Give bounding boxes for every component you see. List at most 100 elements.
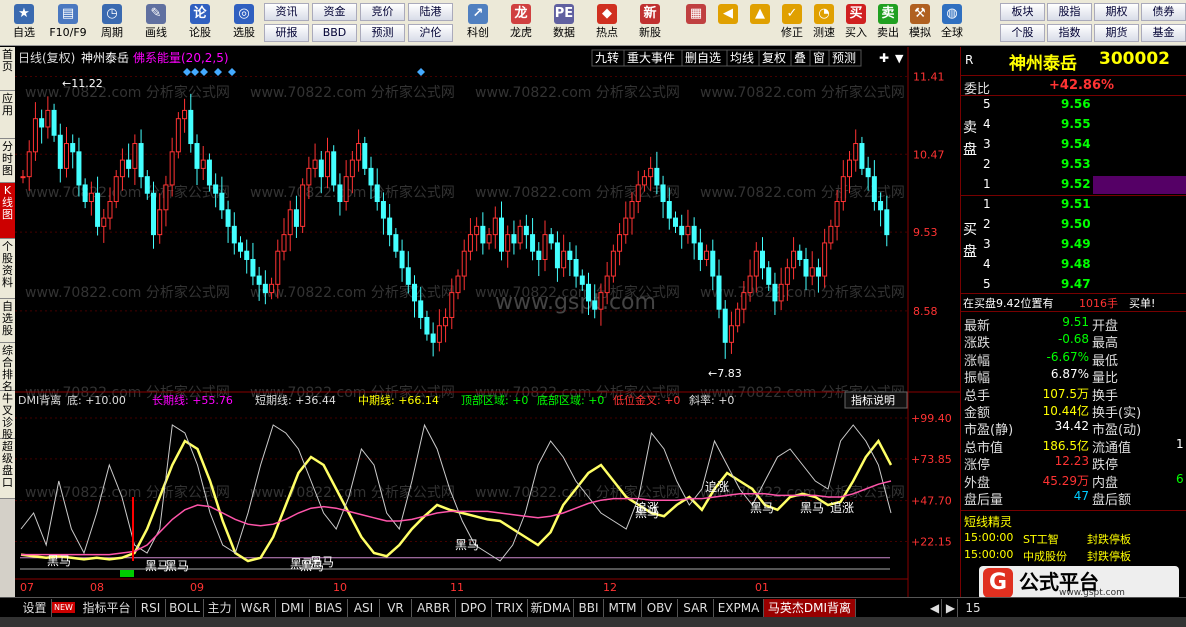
- indicator-tab-14[interactable]: BBI: [574, 599, 604, 617]
- indicator-tab-12[interactable]: TRIX: [492, 599, 528, 617]
- indicator-tab-9[interactable]: VR: [380, 599, 412, 617]
- kchart-stock: 神州泰岳: [81, 51, 129, 65]
- candle-body: [480, 225, 486, 244]
- indicator-tab-1[interactable]: 指标平台: [78, 599, 136, 617]
- grid2-btn-top-2[interactable]: 期权: [1094, 3, 1139, 21]
- dmi-header-item: 底: +10.00: [67, 393, 126, 407]
- candle-body: [219, 192, 225, 211]
- repeat-watermark: www.70822.com 分析家公式网: [25, 184, 230, 201]
- grid-btn-top-0[interactable]: 资讯: [264, 3, 309, 21]
- sell-price[interactable]: 9.54: [1061, 137, 1091, 151]
- tb2-button-chart-icon[interactable]: ↗ 科创: [456, 2, 500, 44]
- sell-price[interactable]: 9.53: [1061, 157, 1091, 171]
- buy-price[interactable]: 9.48: [1061, 257, 1091, 271]
- side-tab-1[interactable]: 应用: [0, 91, 15, 139]
- candle-body: [163, 184, 169, 211]
- candle-body: [51, 109, 57, 136]
- indicator-tab-4[interactable]: 主力: [204, 599, 236, 617]
- indicator-tab-10[interactable]: ARBR: [412, 599, 456, 617]
- side-tab-8[interactable]: 超级盘口: [0, 439, 15, 499]
- tb2-button-dragon-icon[interactable]: 龙龙虎: [499, 2, 543, 44]
- stat-value: 186.5亿: [1042, 438, 1089, 453]
- tb1-button-pencil-icon[interactable]: ✎ 画线: [134, 2, 178, 44]
- indicator-tab-15[interactable]: MTM: [604, 599, 642, 617]
- indicator-tab-8[interactable]: ASI: [348, 599, 380, 617]
- side-tab-0[interactable]: 首页: [0, 47, 15, 91]
- candle-body: [523, 225, 529, 236]
- buy-price[interactable]: 9.50: [1061, 217, 1091, 231]
- indicator-tab-17[interactable]: SAR: [678, 599, 714, 617]
- side-tab-6[interactable]: 综合排名: [0, 343, 15, 393]
- stat-label: 涨跌: [964, 336, 991, 352]
- grid2-btn-bottom-0[interactable]: 个股: [1000, 24, 1045, 42]
- chart-area[interactable]: 日线(复权) 神州泰岳 佛系能量(20,2,5) 九转 重大事件 删自选 均线 复权叠窗预测 ✚…: [15, 47, 960, 597]
- candle-body: [57, 134, 63, 169]
- chart-canvas[interactable]: 日线(复权) 神州泰岳 佛系能量(20,2,5) 九转 重大事件 删自选 均线 复权叠窗预测 ✚…: [15, 47, 960, 597]
- grid-btn-bottom-0[interactable]: 研报: [264, 24, 309, 42]
- buy-price[interactable]: 9.47: [1061, 277, 1091, 291]
- tb1-button-clock-icon[interactable]: ◷ 周期: [90, 2, 134, 44]
- sell-price[interactable]: 9.56: [1061, 97, 1091, 111]
- tb1-button-document-icon[interactable]: ▤ F10/F9: [46, 2, 90, 44]
- dmi-header-item: 顶部区域: +0: [461, 393, 528, 407]
- tb1-button-discuss-icon[interactable]: 论论股: [178, 2, 222, 44]
- indicator-tab-5[interactable]: W&R: [236, 599, 276, 617]
- up-arrow-icon: ▲: [750, 4, 770, 24]
- indicator-tab-11[interactable]: DPO: [456, 599, 492, 617]
- tb1-button-select-icon[interactable]: ◎ 选股: [222, 2, 266, 44]
- indicator-tab-19[interactable]: 马英杰DMI背离: [764, 599, 856, 617]
- tb1-button-star-icon[interactable]: ★ 自选: [2, 2, 46, 44]
- grid-btn-bottom-3[interactable]: 沪伦: [408, 24, 453, 42]
- scroll-left[interactable]: ◀: [928, 599, 942, 617]
- candle-body: [443, 316, 449, 327]
- grid2-btn-bottom-1[interactable]: 指数: [1047, 24, 1092, 42]
- indicator-tab-7[interactable]: BIAS: [310, 599, 348, 617]
- indicator-tab-18[interactable]: EXPMA: [714, 599, 764, 617]
- side-tab-5[interactable]: 自选股: [0, 299, 15, 343]
- tb3-button-globe-icon[interactable]: ◍ 全球: [930, 2, 974, 44]
- grid-btn-top-2[interactable]: 竞价: [360, 3, 405, 21]
- indicator-tabs: 设置 NEW 指标平台 RSI BOLL 主力 W&R DMI BIAS ASI VR ARBR DPO…: [0, 597, 1186, 617]
- side-tab-7[interactable]: 牛叉诊股: [0, 391, 15, 441]
- sell-icon: 卖: [878, 4, 898, 24]
- grid-btn-bottom-2[interactable]: 预测: [360, 24, 405, 42]
- event-diamond-icon: [200, 68, 208, 76]
- grid2-btn-bottom-3[interactable]: 基金: [1141, 24, 1186, 42]
- indicator-tab-16[interactable]: OBV: [642, 599, 678, 617]
- grid2-btn-top-1[interactable]: 股指: [1047, 3, 1092, 21]
- sell-price[interactable]: 9.52: [1061, 177, 1091, 191]
- grid-btn-top-3[interactable]: 陆港: [408, 3, 453, 21]
- grid2-btn-top-3[interactable]: 债券: [1141, 3, 1186, 21]
- toolbar-label: 龙虎: [510, 26, 532, 39]
- grid-btn-bottom-1[interactable]: BBD: [312, 24, 357, 42]
- side-tab-4[interactable]: 个股资料: [0, 239, 15, 299]
- buy-level: 5: [983, 277, 991, 291]
- indicator-tab-13[interactable]: 新DMA: [528, 599, 574, 617]
- candle-body: [76, 151, 82, 186]
- side-tab-2[interactable]: 分时图: [0, 139, 15, 183]
- candle-body: [45, 109, 51, 128]
- tb2-button-ipo-icon[interactable]: 新新股: [628, 2, 672, 44]
- side-tab-3[interactable]: K线图: [0, 183, 15, 239]
- tb2-button-hot-icon[interactable]: ◆ 热点: [585, 2, 629, 44]
- indicator-tab-2[interactable]: RSI: [136, 599, 166, 617]
- indicator-tab-6[interactable]: DMI: [276, 599, 310, 617]
- buy-price[interactable]: 9.51: [1061, 197, 1091, 211]
- buy-price[interactable]: 9.49: [1061, 237, 1091, 251]
- stat-value: 34.42: [1054, 419, 1089, 434]
- dmi-signal-label: 黑马: [47, 554, 71, 568]
- indicator-tab-0[interactable]: 设置: [18, 599, 52, 617]
- tb2-button-pe-icon[interactable]: PE 数据: [542, 2, 586, 44]
- toolbar-label: 卖出: [877, 26, 899, 39]
- grid2-btn-bottom-2[interactable]: 期货: [1094, 24, 1139, 42]
- short-elf-title[interactable]: 短线精灵: [964, 513, 1012, 530]
- pencil-icon: ✎: [146, 4, 166, 24]
- grid2-btn-top-0[interactable]: 板块: [1000, 3, 1045, 21]
- grid-btn-top-1[interactable]: 资金: [312, 3, 357, 21]
- scroll-right[interactable]: ▶: [944, 599, 958, 617]
- sell-price[interactable]: 9.55: [1061, 117, 1091, 131]
- indicator-tab-3[interactable]: BOLL: [166, 599, 204, 617]
- news-stock[interactable]: 中成股份: [1023, 548, 1067, 564]
- news-stock[interactable]: ST工智: [1023, 531, 1059, 547]
- candle-body: [101, 217, 107, 227]
